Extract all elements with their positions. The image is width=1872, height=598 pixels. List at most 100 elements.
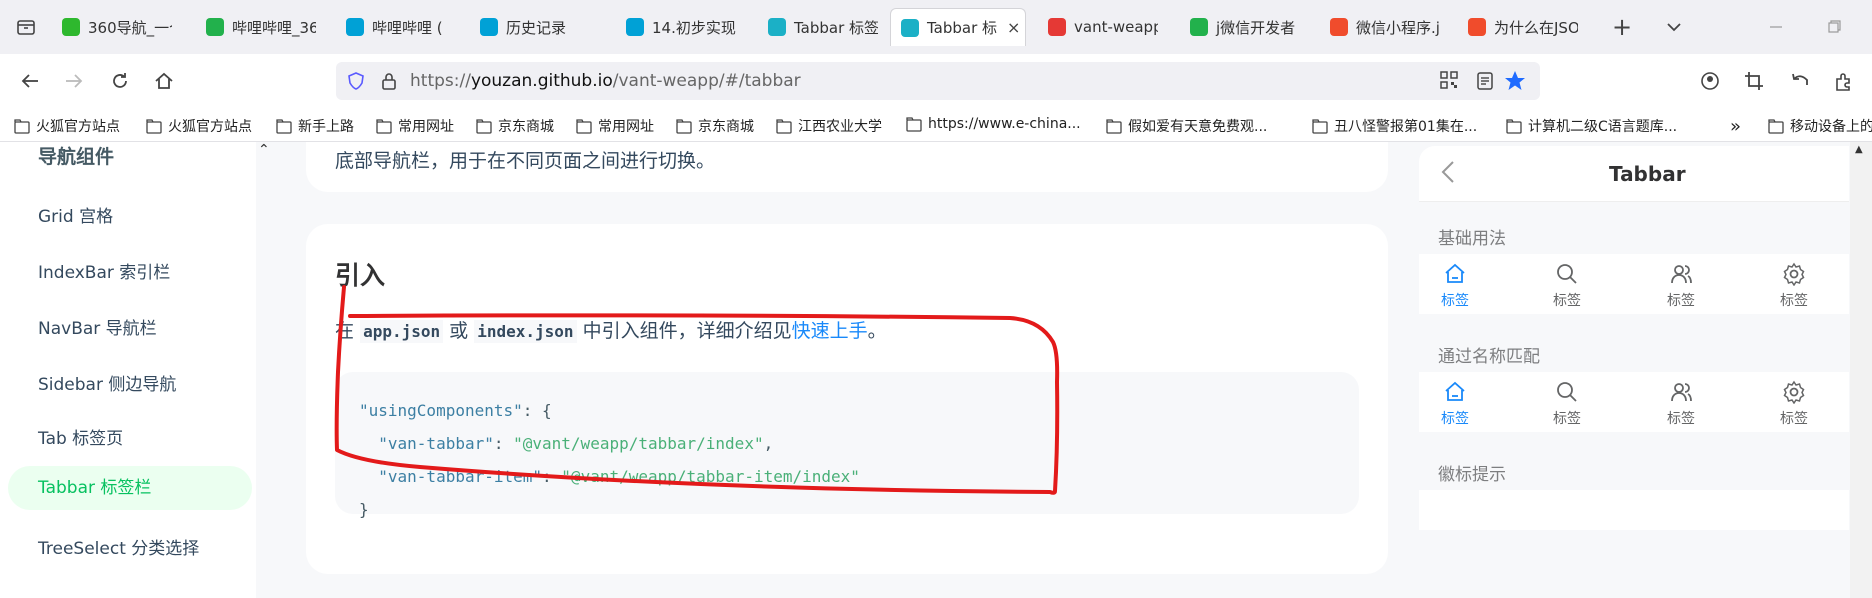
browser-tab[interactable]: Tabbar 标签 bbox=[768, 8, 878, 46]
bookmark-label: 假如爱有天意免费观... bbox=[1128, 119, 1268, 135]
folder-icon bbox=[376, 118, 392, 134]
bookmark-item[interactable]: 常用网址 bbox=[576, 116, 654, 136]
tab-favicon-icon bbox=[1468, 18, 1486, 36]
bookmark-item[interactable]: 京东商城 bbox=[676, 116, 754, 136]
folder-icon bbox=[276, 118, 292, 134]
browser-tab[interactable]: 为什么在JSO bbox=[1468, 8, 1578, 46]
tab-favicon-icon bbox=[1048, 18, 1066, 36]
address-bar[interactable]: https://youzan.github.io/vant-weapp/#/ta… bbox=[336, 62, 1540, 100]
folder-icon bbox=[1768, 118, 1784, 134]
tab-label: 为什么在JSO bbox=[1494, 18, 1578, 37]
browser-tab[interactable]: 14.初步实现 bbox=[626, 8, 736, 46]
bookmark-label: 常用网址 bbox=[598, 119, 654, 135]
close-tab-icon[interactable]: × bbox=[1007, 18, 1020, 37]
browser-tab[interactable]: Tabbar 标 × bbox=[890, 8, 1026, 46]
back-button[interactable] bbox=[16, 67, 44, 95]
bookmark-item[interactable]: 江西农业大学 bbox=[776, 116, 882, 136]
bookmark-label: 新手上路 bbox=[298, 119, 354, 135]
bookmark-item[interactable]: 火狐官方站点 bbox=[14, 116, 120, 136]
browser-tab[interactable]: 历史记录 bbox=[480, 8, 590, 46]
reader-view-icon[interactable] bbox=[1476, 71, 1494, 95]
bookmark-label: 京东商城 bbox=[498, 119, 554, 135]
extensions-icon[interactable] bbox=[1830, 67, 1858, 95]
tab-label: vant-weapp bbox=[1074, 18, 1158, 36]
reload-icon bbox=[113, 73, 127, 88]
home-button[interactable] bbox=[150, 67, 178, 95]
tab-label: Tabbar 标 bbox=[927, 19, 998, 37]
chevron-down-icon bbox=[1667, 23, 1681, 32]
plus-icon: + bbox=[1611, 13, 1633, 41]
folder-icon bbox=[14, 118, 30, 134]
folder-icon bbox=[146, 118, 162, 134]
browser-tab[interactable]: 微信小程序.js bbox=[1330, 8, 1440, 46]
bookmark-label: 京东商城 bbox=[698, 119, 754, 135]
bookmark-item[interactable]: 假如爱有天意免费观... bbox=[1106, 116, 1267, 136]
browser-toolbar: https://youzan.github.io/vant-weapp/#/ta… bbox=[0, 54, 1872, 108]
bookmark-label: 常用网址 bbox=[398, 119, 454, 135]
bookmarks-bar: 火狐官方站点 火狐官方站点 新手上路 常用网址 京东商城 常用网址 京东商城 江西农业大学 ht… bbox=[0, 108, 1872, 142]
shield-icon[interactable] bbox=[346, 71, 366, 95]
tab-label: 14.初步实现 bbox=[652, 18, 736, 37]
tab-label: 360导航_一个 bbox=[88, 18, 172, 37]
bookmark-item[interactable]: 常用网址 bbox=[376, 116, 454, 136]
arrow-right-icon bbox=[66, 74, 83, 88]
bookmark-item[interactable]: 新手上路 bbox=[276, 116, 354, 136]
tab-label: 历史记录 bbox=[506, 18, 567, 37]
arrow-left-icon bbox=[21, 74, 38, 88]
folder-icon bbox=[906, 116, 922, 132]
tab-favicon-icon bbox=[1190, 18, 1208, 36]
account-icon[interactable] bbox=[1696, 67, 1724, 95]
folder-icon bbox=[1506, 118, 1522, 134]
bookmark-item[interactable]: 京东商城 bbox=[476, 116, 554, 136]
tab-favicon-icon bbox=[480, 18, 498, 36]
maximize-button[interactable] bbox=[1820, 13, 1848, 41]
browser-tab[interactable]: 360导航_一个 bbox=[62, 8, 172, 46]
browser-tab[interactable]: 哔哩哔哩 ( bbox=[346, 8, 456, 46]
tab-favicon-icon bbox=[626, 18, 644, 36]
qr-code-icon[interactable] bbox=[1440, 71, 1458, 93]
url-text: https://youzan.github.io/vant-weapp/#/ta… bbox=[410, 71, 801, 91]
folder-icon bbox=[776, 118, 792, 134]
tab-favicon-icon bbox=[768, 18, 786, 36]
browser-tab-strip: 360导航_一个 哔哩哔哩_36 哔哩哔哩 ( 历史记录 14.初步实现 Tabbar 标… bbox=[0, 0, 1872, 54]
browser-tab[interactable]: 哔哩哔哩_36 bbox=[206, 8, 316, 46]
more-bookmarks-icon[interactable]: » bbox=[1730, 116, 1741, 137]
forward-button[interactable] bbox=[60, 67, 88, 95]
folder-icon bbox=[676, 118, 692, 134]
bookmark-item[interactable]: 移动设备上的 bbox=[1768, 116, 1872, 136]
tab-favicon-icon bbox=[206, 18, 224, 36]
page-content: 导航组件 Grid 宫格 IndexBar 索引栏 NavBar 导航栏 Sid… bbox=[0, 142, 1872, 598]
tab-label: 哔哩哔哩_36 bbox=[232, 18, 316, 37]
new-tab-button[interactable]: + bbox=[1608, 13, 1636, 41]
folder-icon bbox=[576, 118, 592, 134]
reload-button[interactable] bbox=[106, 67, 134, 95]
bookmark-item[interactable]: https://www.e-china... bbox=[906, 116, 1081, 132]
tab-favicon-icon bbox=[1330, 18, 1348, 36]
bookmark-label: 移动设备上的 bbox=[1790, 119, 1872, 135]
bookmark-label: 火狐官方站点 bbox=[168, 119, 252, 135]
folder-icon bbox=[1312, 118, 1328, 134]
bookmark-label: 丑八怪警报第01集在... bbox=[1334, 119, 1478, 135]
tab-favicon-icon bbox=[62, 18, 80, 36]
bookmark-item[interactable]: 丑八怪警报第01集在... bbox=[1312, 116, 1477, 136]
home-icon bbox=[155, 72, 173, 89]
undo-icon[interactable] bbox=[1786, 67, 1814, 95]
tab-list-button[interactable] bbox=[1660, 13, 1688, 41]
browser-tab[interactable]: vant-weapp bbox=[1048, 8, 1158, 46]
tab-favicon-icon bbox=[346, 18, 364, 36]
bookmark-label: 火狐官方站点 bbox=[36, 119, 120, 135]
tab-overview-icon[interactable] bbox=[12, 13, 40, 41]
red-annotation-loop bbox=[334, 285, 1060, 495]
browser-tab[interactable]: j微信开发者 bbox=[1190, 8, 1300, 46]
bookmark-label: https://www.e-china... bbox=[928, 116, 1081, 132]
bookmark-label: 江西农业大学 bbox=[798, 119, 882, 135]
tab-label: 微信小程序.js bbox=[1356, 18, 1440, 37]
screenshot-crop-icon[interactable] bbox=[1740, 67, 1768, 95]
bookmark-star-icon[interactable] bbox=[1504, 70, 1526, 96]
lock-icon[interactable] bbox=[380, 71, 398, 95]
tab-label: Tabbar 标签 bbox=[794, 18, 878, 37]
minimize-button[interactable] bbox=[1762, 13, 1790, 41]
folder-icon bbox=[1106, 118, 1122, 134]
bookmark-item[interactable]: 火狐官方站点 bbox=[146, 116, 252, 136]
bookmark-item[interactable]: 计算机二级C语言题库... bbox=[1506, 116, 1677, 136]
